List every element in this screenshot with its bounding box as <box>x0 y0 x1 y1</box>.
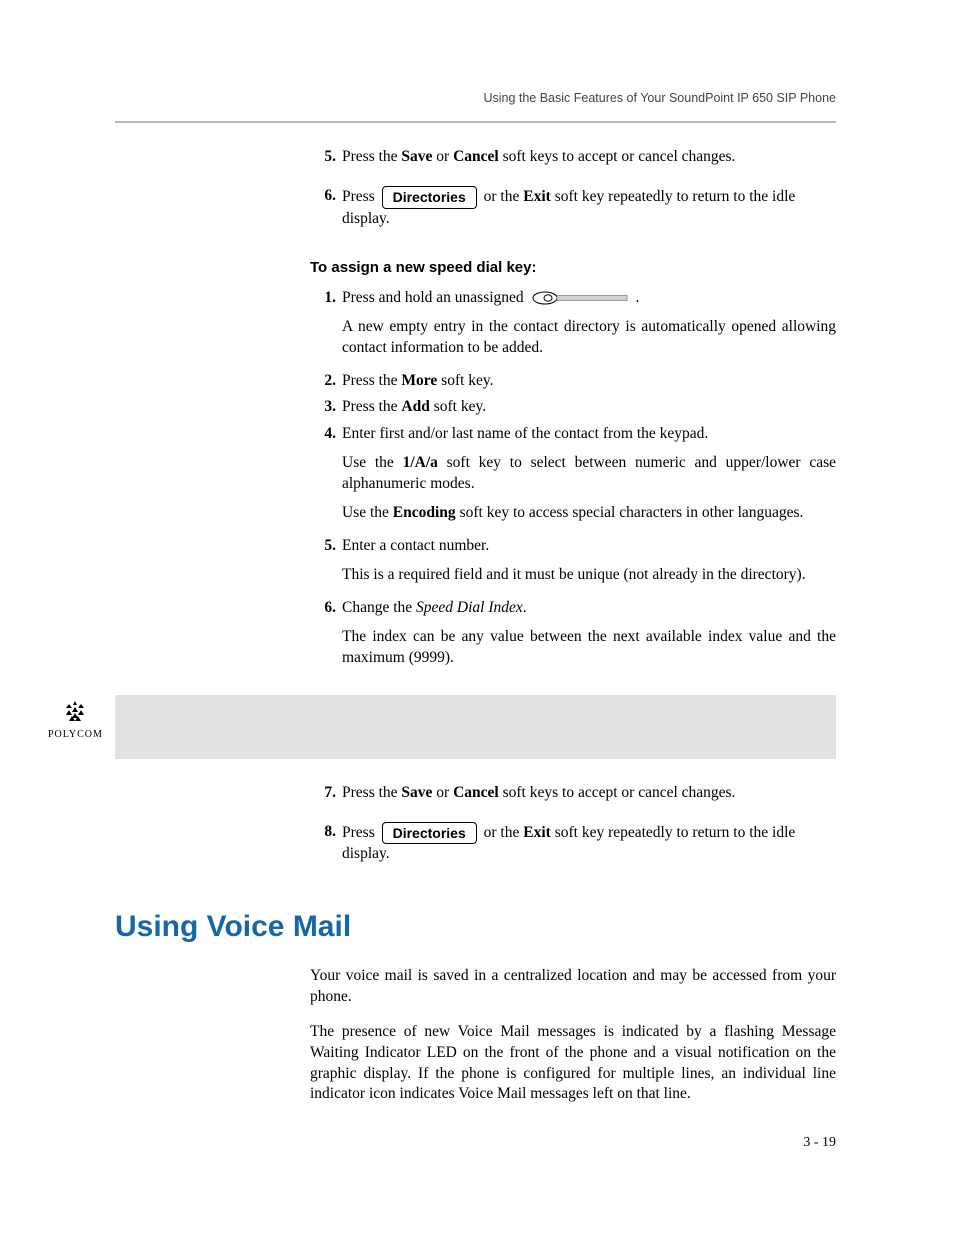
step-number: 6. <box>310 186 342 207</box>
step-body: Press and hold an unassigned . A new emp… <box>342 288 836 365</box>
step-body: Press the Save or Cancel soft keys to ac… <box>342 147 836 168</box>
steps-assign-speed-dial: 1. Press and hold an unassigned . A new … <box>310 288 836 675</box>
page-number: 3 - 19 <box>803 1134 836 1153</box>
polycom-logo: POLYCOM <box>48 701 103 742</box>
step-number: 5. <box>310 147 342 168</box>
header-rule <box>115 121 836 123</box>
step-body: Press the Add soft key. <box>342 397 836 418</box>
line-key-icon <box>532 291 632 305</box>
step-number: 4. <box>310 424 342 445</box>
steps-after-note: 7. Press the Save or Cancel soft keys to… <box>310 783 836 866</box>
step-number: 6. <box>310 598 342 619</box>
directories-key-icon: Directories <box>382 186 477 209</box>
step-body: Press Directories or the Exit soft key r… <box>342 186 836 230</box>
paragraph: Your voice mail is saved in a centralize… <box>310 966 836 1008</box>
paragraph: The presence of new Voice Mail messages … <box>310 1022 836 1106</box>
step-body: Press the Save or Cancel soft keys to ac… <box>342 783 836 804</box>
step-number: 2. <box>310 371 342 392</box>
step-number: 3. <box>310 397 342 418</box>
step-body: Press the More soft key. <box>342 371 836 392</box>
directories-key-icon: Directories <box>382 822 477 845</box>
subheading: To assign a new speed dial key: <box>310 258 836 278</box>
step-number: 5. <box>310 536 342 557</box>
heading-voice-mail: Using Voice Mail <box>115 907 836 948</box>
step-number: 8. <box>310 822 342 843</box>
step-body: Enter a contact number. This is a requir… <box>342 536 836 592</box>
note-block: POLYCOM <box>0 695 836 759</box>
step-body: Press Directories or the Exit soft key r… <box>342 822 836 866</box>
steps-continuation: 5. Press the Save or Cancel soft keys to… <box>310 147 836 230</box>
step-number: 1. <box>310 288 342 309</box>
step-body: Change the Speed Dial Index. The index c… <box>342 598 836 675</box>
running-head: Using the Basic Features of Your SoundPo… <box>115 90 836 107</box>
step-number: 7. <box>310 783 342 804</box>
step-body: Enter first and/or last name of the cont… <box>342 424 836 530</box>
